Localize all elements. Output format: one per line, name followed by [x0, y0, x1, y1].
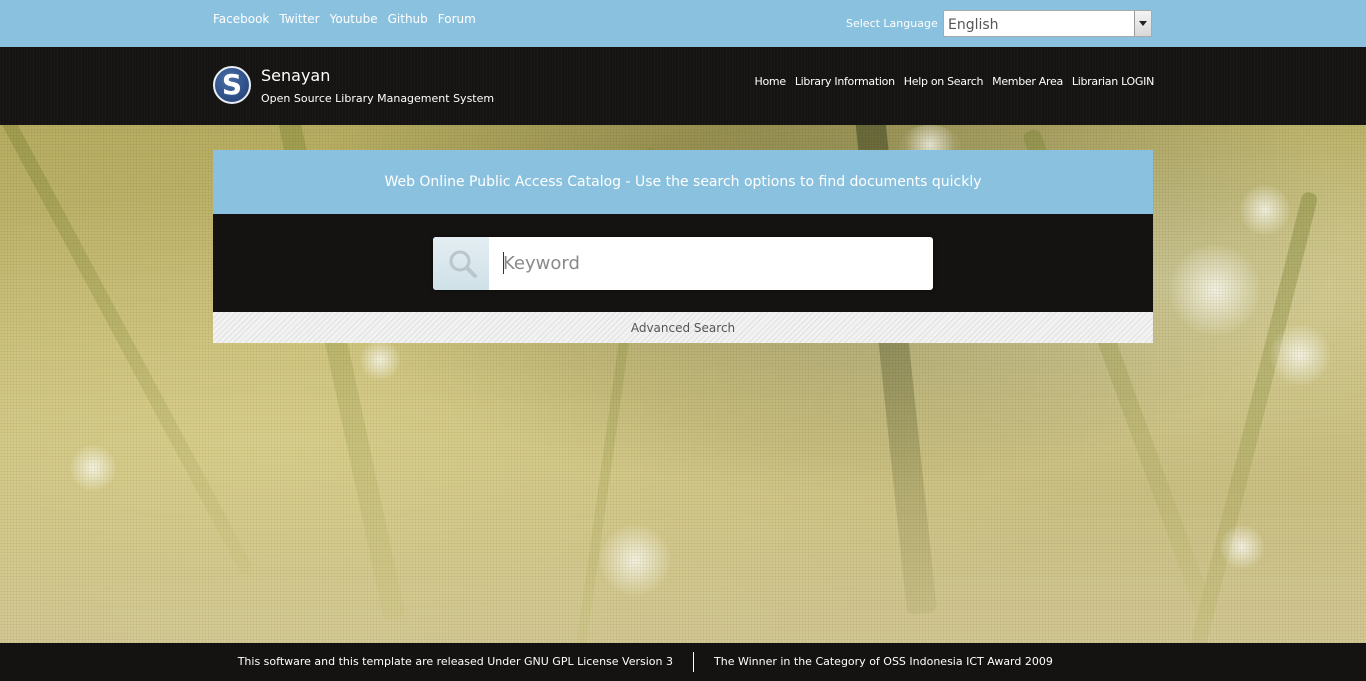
- github-link[interactable]: Github: [388, 12, 428, 26]
- forum-link[interactable]: Forum: [438, 12, 476, 26]
- site-name[interactable]: Senayan: [261, 66, 330, 85]
- search-panel-title: Web Online Public Access Catalog - Use t…: [384, 174, 982, 190]
- keyword-search-input[interactable]: [489, 237, 933, 290]
- main-nav: Home Library Information Help on Search …: [755, 75, 1155, 88]
- site-header: S Senayan Open Source Library Management…: [0, 47, 1366, 125]
- award-text: The Winner in the Category of OSS Indone…: [714, 655, 1053, 668]
- nav-librarian-login[interactable]: Librarian LOGIN: [1072, 75, 1154, 88]
- advanced-search-bar: Advanced Search: [213, 312, 1153, 343]
- chevron-down-icon[interactable]: [1134, 11, 1151, 36]
- search-panel: [213, 214, 1153, 312]
- site-footer: This software and this template are rele…: [0, 643, 1366, 681]
- language-select[interactable]: English: [943, 10, 1152, 37]
- search-box[interactable]: [433, 237, 933, 290]
- youtube-link[interactable]: Youtube: [330, 12, 378, 26]
- text-cursor: [503, 252, 504, 274]
- license-text: This software and this template are rele…: [237, 655, 673, 668]
- advanced-search-link[interactable]: Advanced Search: [213, 321, 1153, 335]
- logo-letter: S: [221, 68, 243, 101]
- social-links: Facebook Twitter Youtube Github Forum: [213, 12, 476, 26]
- language-label: Select Language: [846, 17, 938, 30]
- nav-home[interactable]: Home: [755, 75, 787, 88]
- top-bar: Facebook Twitter Youtube Github Forum Se…: [0, 0, 1366, 47]
- twitter-link[interactable]: Twitter: [279, 12, 319, 26]
- nav-member-area[interactable]: Member Area: [992, 75, 1063, 88]
- senayan-logo[interactable]: S: [213, 66, 251, 104]
- nav-help-on-search[interactable]: Help on Search: [904, 75, 984, 88]
- nav-library-information[interactable]: Library Information: [795, 75, 895, 88]
- footer-divider: [693, 652, 694, 672]
- facebook-link[interactable]: Facebook: [213, 12, 269, 26]
- site-subtitle: Open Source Library Management System: [261, 92, 495, 105]
- search-panel-header: Web Online Public Access Catalog - Use t…: [213, 150, 1153, 214]
- language-selected-value: English: [948, 17, 999, 33]
- search-icon: [449, 250, 477, 278]
- search-button[interactable]: [433, 237, 489, 290]
